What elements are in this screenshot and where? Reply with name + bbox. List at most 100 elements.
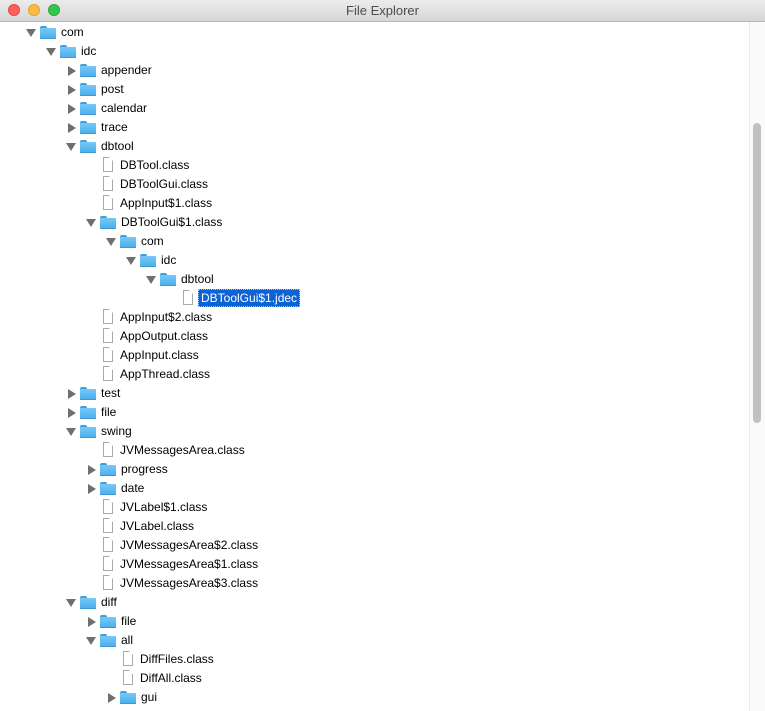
triangle-down-icon[interactable] [104,232,118,251]
triangle-right-icon[interactable] [84,612,98,631]
tree-node-label[interactable]: all [119,631,135,650]
tree-folder-row[interactable]: date [0,479,749,498]
tree-node-label[interactable]: JVMessagesArea$3.class [118,574,260,593]
tree-folder-row[interactable]: idc [0,251,749,270]
tree-node-label[interactable]: appender [99,61,154,80]
tree-file-row[interactable]: JVLabel$1.class [0,498,749,517]
tree-file-row[interactable]: AppInput$2.class [0,308,749,327]
tree-folder-row[interactable]: all [0,631,749,650]
tree-node-label[interactable]: post [99,80,126,99]
tree-node-label-selected[interactable]: DBToolGui$1.jdec [198,289,301,307]
tree-node-label[interactable]: DiffFiles.class [138,650,216,669]
tree-file-row[interactable]: JVMessagesArea$1.class [0,555,749,574]
triangle-down-icon[interactable] [84,631,98,650]
tree-node-label[interactable]: JVMessagesArea.class [118,441,247,460]
tree-folder-row[interactable]: DBToolGui$1.class [0,213,749,232]
triangle-down-icon[interactable] [64,593,78,612]
tree-node-label[interactable]: calendar [99,99,149,118]
triangle-right-icon[interactable] [64,61,78,80]
tree-node-label[interactable]: idc [159,251,178,270]
tree-file-row[interactable]: DiffAll.class [0,669,749,688]
tree-file-row[interactable]: AppOutput.class [0,327,749,346]
triangle-down-icon[interactable] [124,251,138,270]
tree-file-row[interactable]: DiffFiles.class [0,650,749,669]
tree-node-label[interactable]: DBTool.class [118,156,191,175]
triangle-right-icon[interactable] [84,460,98,479]
tree-folder-row[interactable]: com [0,23,749,42]
tree-node-label[interactable]: file [119,612,138,631]
triangle-right-icon[interactable] [64,403,78,422]
tree-node-label[interactable]: DBToolGui$1.class [119,213,224,232]
tree-folder-row[interactable]: dbtool [0,270,749,289]
scrollbar-thumb[interactable] [753,123,761,423]
tree-node-label[interactable]: JVLabel$1.class [118,498,209,517]
tree-folder-row[interactable]: progress [0,460,749,479]
tree-node-label[interactable]: AppInput$2.class [118,308,214,327]
tree-folder-row[interactable]: idc [0,42,749,61]
tree-file-row[interactable]: DBTool.class [0,156,749,175]
tree-folder-row[interactable]: file [0,403,749,422]
tree-node-label[interactable]: diff [99,593,119,612]
file-tree[interactable]: com idc appender post calendar trace dbtool DBT… [0,22,749,711]
tree-file-row[interactable]: AppInput.class [0,346,749,365]
tree-file-row[interactable]: JVLabel.class [0,517,749,536]
tree-node-label[interactable]: AppInput.class [118,346,201,365]
tree-file-row[interactable]: JVMessagesArea$3.class [0,574,749,593]
folder-icon [100,634,116,647]
folder-icon [80,387,96,400]
tree-file-row[interactable]: JVMessagesArea$2.class [0,536,749,555]
tree-folder-row[interactable]: com [0,232,749,251]
tree-folder-row[interactable]: trace [0,118,749,137]
tree-node-label[interactable]: date [119,479,146,498]
tree-node-label[interactable]: com [139,232,166,251]
triangle-down-icon[interactable] [24,23,38,42]
tree-node-label[interactable]: test [99,384,122,403]
tree-node-label[interactable]: dbtool [179,270,216,289]
tree-node-label[interactable]: file [99,403,118,422]
title-bar[interactable]: File Explorer [0,0,765,22]
tree-node-label[interactable]: progress [119,460,170,479]
tree-node-label[interactable]: JVMessagesArea$2.class [118,536,260,555]
tree-node-label[interactable]: JVLabel.class [118,517,196,536]
triangle-down-icon[interactable] [44,42,58,61]
tree-folder-row[interactable]: diff [0,593,749,612]
tree-file-row[interactable]: DBToolGui.class [0,175,749,194]
triangle-right-icon[interactable] [64,99,78,118]
file-icon [103,499,113,514]
triangle-right-icon[interactable] [64,384,78,403]
tree-folder-row[interactable]: dbtool [0,137,749,156]
tree-file-row[interactable]: AppInput$1.class [0,194,749,213]
tree-node-label[interactable]: DiffAll.class [138,669,204,688]
triangle-down-icon[interactable] [84,213,98,232]
triangle-down-icon[interactable] [64,422,78,441]
tree-folder-row[interactable]: file [0,612,749,631]
tree-file-row[interactable]: DBToolGui$1.jdec [0,289,749,308]
folder-icon [140,254,156,267]
tree-node-label[interactable]: JVMessagesArea$1.class [118,555,260,574]
tree-folder-row[interactable]: test [0,384,749,403]
tree-node-label[interactable]: AppOutput.class [118,327,210,346]
tree-node-label[interactable]: dbtool [99,137,136,156]
triangle-right-icon[interactable] [84,479,98,498]
vertical-scrollbar[interactable] [749,22,765,711]
triangle-down-icon[interactable] [144,270,158,289]
tree-folder-row[interactable]: calendar [0,99,749,118]
tree-node-label[interactable]: AppInput$1.class [118,194,214,213]
triangle-down-icon[interactable] [64,137,78,156]
tree-file-row[interactable]: JVMessagesArea.class [0,441,749,460]
tree-folder-row[interactable]: post [0,80,749,99]
tree-node-label[interactable]: idc [79,42,98,61]
tree-node-label[interactable]: gui [139,688,159,707]
tree-node-label[interactable]: trace [99,118,130,137]
tree-file-row[interactable]: AppThread.class [0,365,749,384]
tree-node-label[interactable]: DBToolGui.class [118,175,210,194]
tree-node-label[interactable]: com [59,23,86,42]
triangle-right-icon[interactable] [104,688,118,707]
triangle-right-icon[interactable] [64,80,78,99]
tree-folder-row[interactable]: appender [0,61,749,80]
tree-folder-row[interactable]: gui [0,688,749,707]
tree-node-label[interactable]: AppThread.class [118,365,212,384]
triangle-right-icon[interactable] [64,118,78,137]
tree-node-label[interactable]: swing [99,422,134,441]
tree-folder-row[interactable]: swing [0,422,749,441]
